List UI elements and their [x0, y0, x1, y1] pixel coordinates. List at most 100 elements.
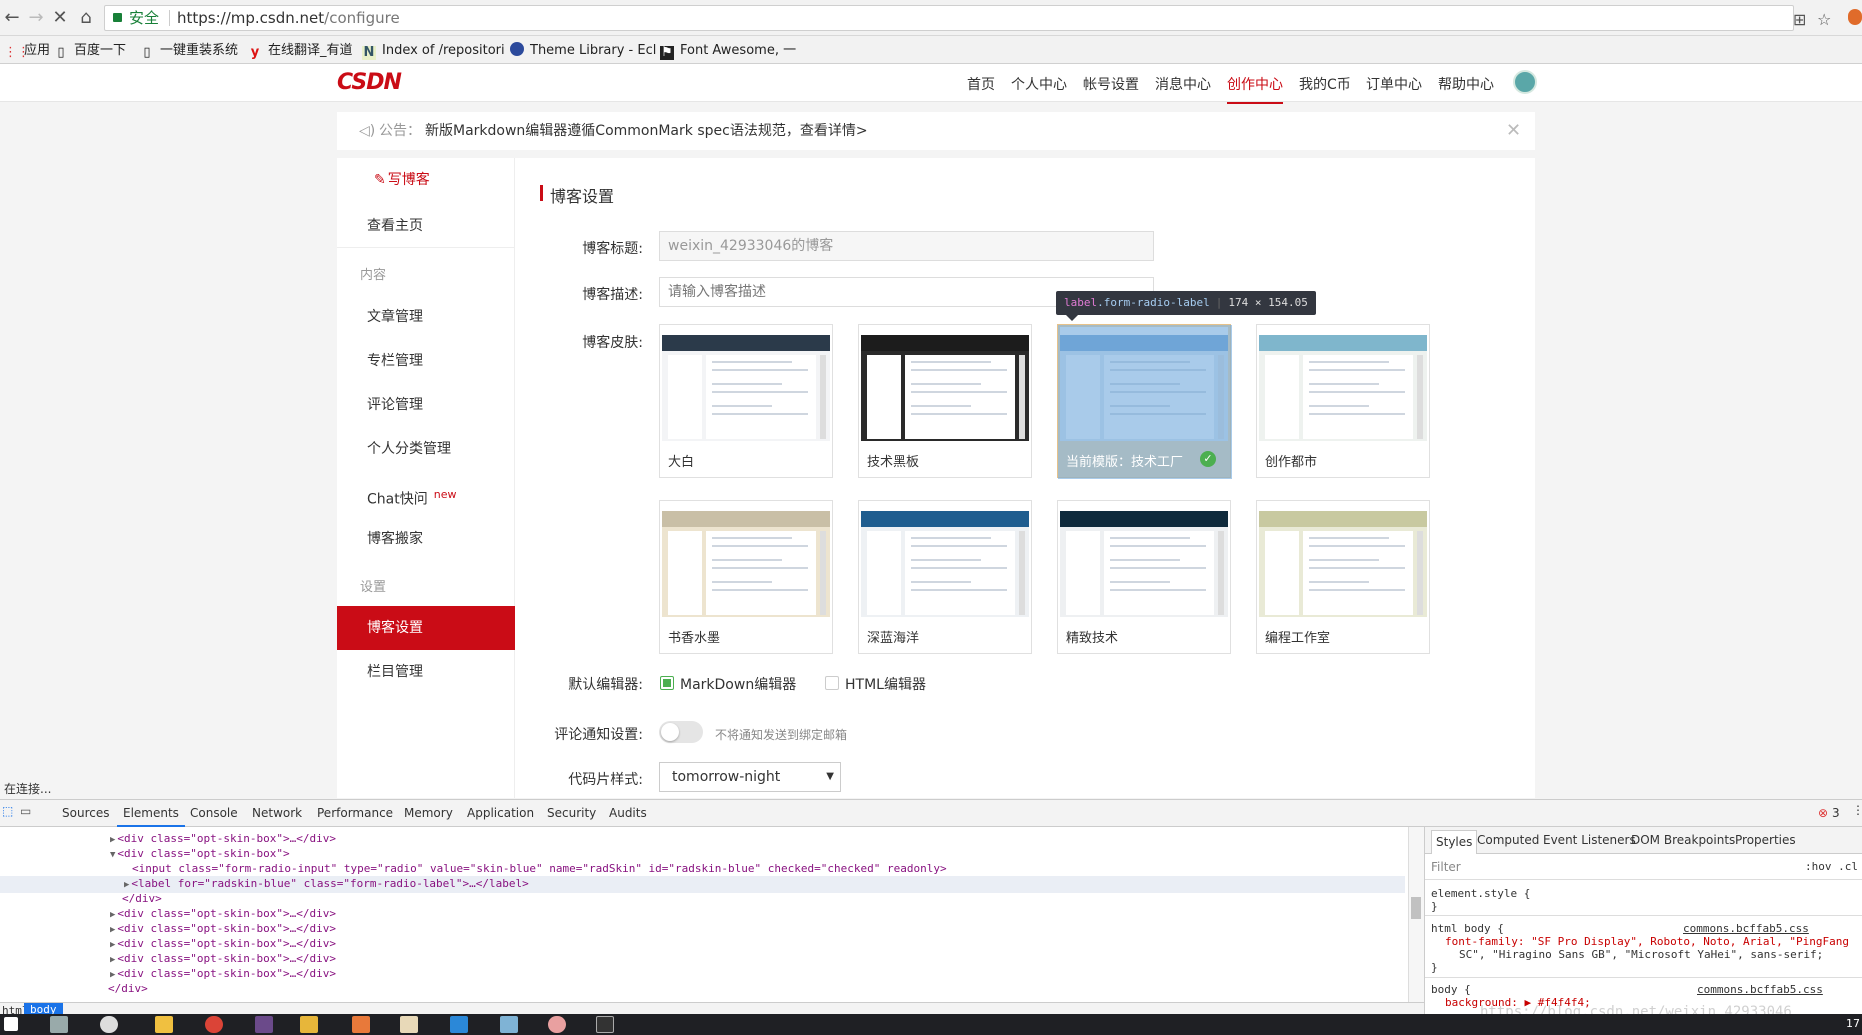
expand-down-icon[interactable]: ▼	[110, 850, 115, 860]
translate-icon[interactable]: ⊞	[1793, 8, 1806, 32]
file-explorer-icon[interactable]	[155, 1016, 173, 1033]
tab-network[interactable]: Network	[252, 806, 302, 820]
device-toggle-icon[interactable]: ▭	[20, 804, 31, 818]
markdown-radio[interactable]	[660, 676, 674, 690]
app-icon[interactable]	[400, 1016, 418, 1033]
dom-node[interactable]: ▶ <label for="radskin-blue" class="form-r…	[0, 876, 1405, 893]
skin-option[interactable]: 大白	[659, 324, 833, 478]
tab-performance[interactable]: Performance	[317, 806, 393, 820]
browser-icon[interactable]	[100, 1016, 118, 1033]
skin-option[interactable]: 书香水墨	[659, 500, 833, 654]
css-source-link[interactable]: commons.bcffab5.css	[1697, 983, 1823, 996]
tab-properties[interactable]: Properties	[1735, 833, 1796, 847]
sidebar-item-chat[interactable]: Chat快问 new	[337, 473, 515, 517]
blog-title-input[interactable]: weixin_42933046的博客	[659, 231, 1154, 261]
sidebar-item-blog-settings[interactable]: 博客设置	[337, 606, 515, 650]
stop-icon[interactable]: ✕	[48, 6, 72, 30]
error-icon[interactable]: ⊗	[1818, 806, 1828, 820]
address-bar[interactable]: 安全 https://mp.csdn.net/configure ⊞ ☆	[104, 5, 1831, 31]
nav-account[interactable]: 帐号设置	[1083, 74, 1139, 94]
tab-event-listeners[interactable]: Event Listeners	[1543, 833, 1636, 847]
tab-security[interactable]: Security	[547, 806, 596, 820]
expand-right-icon[interactable]: ▶	[110, 925, 115, 935]
csdn-logo[interactable]: CSDN	[337, 70, 402, 95]
expand-right-icon[interactable]: ▶	[124, 880, 129, 890]
nav-coins[interactable]: 我的C币	[1299, 74, 1351, 94]
bookmark-item[interactable]: N Index of /repositori	[362, 42, 505, 60]
app-icon[interactable]	[300, 1016, 318, 1033]
app-icon[interactable]	[596, 1016, 614, 1033]
sidebar-item-home[interactable]: 查看主页	[337, 204, 515, 248]
tab-sources[interactable]: Sources	[62, 806, 109, 820]
write-blog-button[interactable]: ✎ 写博客	[337, 158, 515, 202]
skin-option[interactable]: 技术黑板	[858, 324, 1032, 478]
nav-help[interactable]: 帮助中心	[1438, 74, 1494, 94]
bookmark-item[interactable]: ▯ 一键重装系统	[140, 42, 238, 60]
bookmark-item[interactable]: ▯ 百度一下	[54, 42, 126, 60]
expand-right-icon[interactable]: ▶	[110, 955, 115, 965]
styles-filter-input[interactable]: Filter	[1431, 860, 1461, 874]
dom-tree[interactable]: ▶ <div class="opt-skin-box">…</div> ▼ <div …	[0, 827, 1408, 1002]
scroll-thumb[interactable]	[1411, 897, 1421, 919]
hov-cls-buttons[interactable]: :hov .cl	[1805, 860, 1858, 873]
css-declaration[interactable]: font-family: "SF Pro Display", Roboto, N…	[1445, 935, 1849, 948]
sidebar-item-comments[interactable]: 评论管理	[337, 383, 515, 427]
nav-orders[interactable]: 订单中心	[1366, 74, 1422, 94]
app-icon[interactable]	[352, 1016, 370, 1033]
skin-option[interactable]: 深蓝海洋	[858, 500, 1032, 654]
clock[interactable]: 17	[1846, 1017, 1860, 1030]
comment-notify-toggle[interactable]	[659, 721, 703, 743]
html-option-label[interactable]: HTML编辑器	[845, 674, 926, 694]
word-icon[interactable]	[450, 1016, 468, 1033]
expand-right-icon[interactable]: ▶	[110, 835, 115, 845]
nav-creation[interactable]: 创作中心	[1227, 74, 1283, 104]
skin-option[interactable]: ✓ 当前模版：技术工厂	[1057, 324, 1232, 479]
css-source-link[interactable]: commons.bcffab5.css	[1683, 922, 1809, 935]
app-icon[interactable]	[255, 1016, 273, 1033]
bookmark-apps[interactable]: ⋮⋮应用	[4, 42, 50, 60]
sidebar-item-widgets[interactable]: 栏目管理	[337, 650, 515, 694]
task-view-icon[interactable]	[50, 1016, 68, 1033]
app-icon[interactable]	[500, 1016, 518, 1033]
dom-scrollbar[interactable]	[1408, 827, 1424, 1002]
app-icon[interactable]	[548, 1016, 566, 1033]
tab-styles[interactable]: Styles	[1431, 830, 1478, 854]
sidebar-item-articles[interactable]: 文章管理	[337, 295, 515, 339]
tab-elements[interactable]: Elements	[117, 806, 185, 827]
forward-icon[interactable]: →	[24, 6, 48, 30]
tab-computed[interactable]: Computed	[1477, 833, 1539, 847]
bookmark-item[interactable]: Theme Library - Ecl	[510, 42, 656, 60]
bookmark-star-icon[interactable]: ☆	[1817, 8, 1831, 32]
nav-personal[interactable]: 个人中心	[1011, 74, 1067, 94]
code-style-select[interactable]: tomorrow-night ▼	[659, 762, 841, 792]
extension-icon[interactable]	[1848, 9, 1862, 25]
avatar[interactable]	[1513, 70, 1537, 94]
dom-node[interactable]: </div>	[106, 981, 148, 998]
expand-right-icon[interactable]: ▶	[110, 910, 115, 920]
sidebar-item-move[interactable]: 博客搬家	[337, 517, 515, 561]
more-icon[interactable]: ⋮	[1852, 803, 1862, 817]
home-icon[interactable]: ⌂	[74, 6, 98, 30]
skin-option[interactable]: 精致技术	[1057, 500, 1231, 654]
tab-memory[interactable]: Memory	[404, 806, 453, 820]
nav-messages[interactable]: 消息中心	[1155, 74, 1211, 94]
tab-audits[interactable]: Audits	[609, 806, 647, 820]
sidebar-item-columns[interactable]: 专栏管理	[337, 339, 515, 383]
tab-dom-breakpoints[interactable]: DOM Breakpoints	[1631, 833, 1735, 847]
nav-home[interactable]: 首页	[967, 74, 995, 94]
inspect-icon[interactable]: ⬚	[2, 804, 13, 818]
sidebar-item-categories[interactable]: 个人分类管理	[337, 427, 515, 471]
html-radio[interactable]	[825, 676, 839, 690]
expand-right-icon[interactable]: ▶	[110, 940, 115, 950]
windows-start-icon[interactable]	[4, 1017, 18, 1031]
tab-application[interactable]: Application	[467, 806, 534, 820]
chrome-icon[interactable]	[205, 1016, 223, 1033]
back-icon[interactable]: ←	[0, 6, 24, 30]
notice-text[interactable]: 新版Markdown编辑器遵循CommonMark spec语法规范，查看详情>	[425, 112, 868, 150]
tab-console[interactable]: Console	[190, 806, 238, 820]
skin-option[interactable]: 创作都市	[1256, 324, 1430, 478]
markdown-option-label[interactable]: MarkDown编辑器	[680, 674, 796, 694]
skin-option[interactable]: 编程工作室	[1256, 500, 1430, 654]
close-icon[interactable]: ✕	[1506, 112, 1521, 150]
bookmark-item[interactable]: y 在线翻译_有道	[248, 42, 353, 60]
